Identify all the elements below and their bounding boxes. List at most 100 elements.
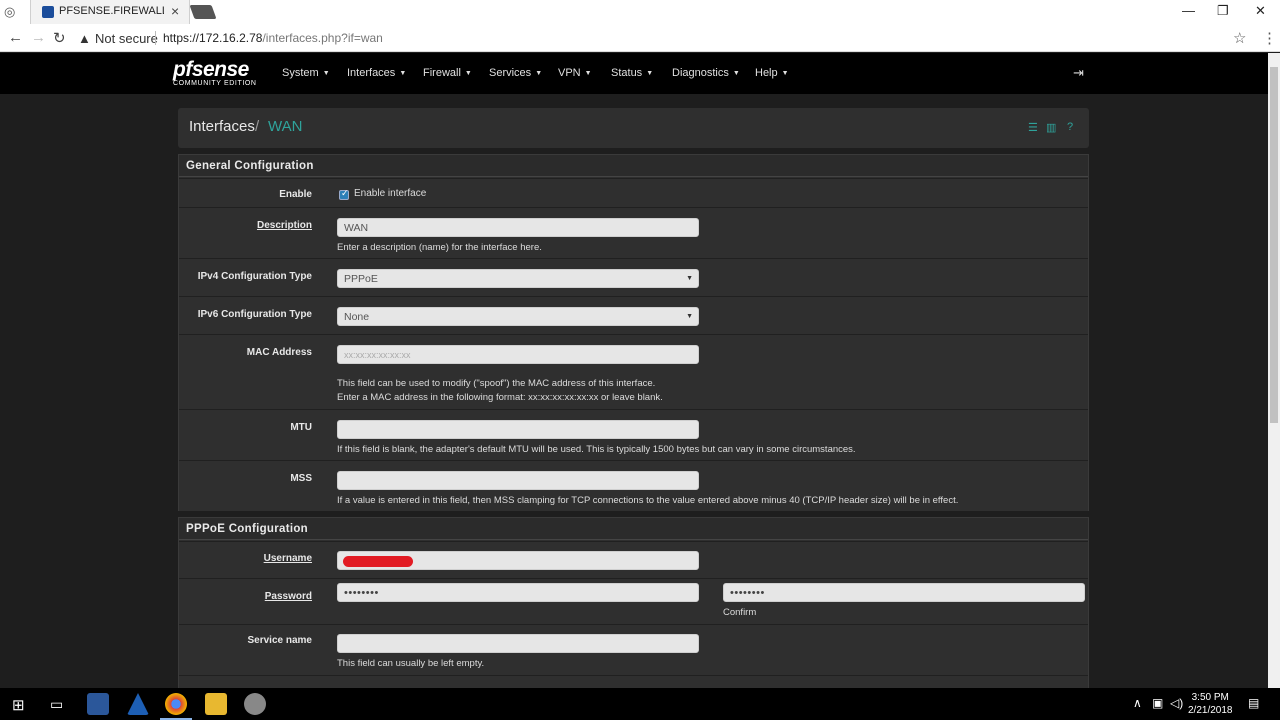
maximize-button[interactable]: ❐ (1217, 3, 1229, 19)
bar-chart-icon[interactable]: ▥ (1046, 121, 1056, 134)
tray-chevron-icon[interactable]: ∧ (1133, 696, 1142, 710)
description-input[interactable]: WAN (337, 218, 699, 237)
clock-time: 3:50 PM (1191, 692, 1229, 703)
breadcrumb-leaf: WAN (268, 118, 303, 135)
password-label[interactable]: Password (265, 591, 312, 602)
description-help: Enter a description (name) for the inter… (337, 242, 542, 253)
app-icon[interactable] (244, 693, 266, 715)
back-icon[interactable]: ← (8, 29, 23, 46)
caret-down-icon: ▼ (732, 70, 740, 77)
mac-label: MAC Address (246, 347, 312, 358)
task-view-icon[interactable]: ▭ (50, 696, 63, 713)
pppoe-configuration-panel: PPPoE Configuration Username Password ••… (178, 517, 1089, 688)
description-label[interactable]: Description (257, 220, 312, 231)
browser-tab[interactable]: PFSENSE.FIREWALL.COM × (30, 0, 190, 24)
mss-input[interactable] (337, 471, 699, 490)
notifications-icon[interactable]: ▤ (1248, 696, 1259, 710)
mss-row: MSS If a value is entered in this field,… (179, 460, 1088, 511)
next-row-partial (179, 675, 1088, 688)
caret-down-icon: ▼ (322, 70, 330, 77)
clock-date: 2/21/2018 (1188, 705, 1233, 716)
nav-vpn-label: VPN (558, 67, 581, 79)
caret-down-icon: ▼ (584, 70, 592, 77)
browser-titlebar: ◎ PFSENSE.FIREWALL.COM × — ❐ ✕ (0, 0, 1280, 24)
mac-input[interactable]: xx:xx:xx:xx:xx:xx (337, 345, 699, 364)
chrome-app-icon[interactable] (165, 693, 187, 715)
windows-start-icon[interactable]: ⊞ (12, 696, 25, 714)
warning-icon[interactable]: ▲ (78, 31, 91, 46)
url-field[interactable]: https://172.16.2.78/interfaces.php?if=wa… (163, 31, 383, 45)
username-row: Username (179, 541, 1088, 578)
ipv6-select[interactable]: None (337, 307, 699, 326)
mac-help-line-1: This field can be used to modify ("spoof… (337, 378, 656, 389)
nav-help[interactable]: Help ▼ (755, 67, 789, 79)
bookmark-star-icon[interactable]: ☆ (1233, 29, 1246, 47)
caret-down-icon: ▼ (646, 70, 654, 77)
service-name-label: Service name (247, 635, 313, 646)
taskbar-clock[interactable]: 3:50 PM 2/21/2018 (1188, 691, 1233, 717)
nav-system-label: System (282, 67, 319, 79)
forward-icon[interactable]: → (31, 29, 46, 46)
incognito-icon: ◎ (4, 4, 16, 19)
browser-menu-icon[interactable]: ⋮ (1262, 29, 1277, 47)
username-input[interactable] (337, 551, 699, 570)
nav-vpn[interactable]: VPN ▼ (558, 67, 592, 79)
security-label[interactable]: Not secure (95, 31, 158, 46)
scrollbar-thumb[interactable] (1270, 67, 1278, 423)
reload-icon[interactable]: ↻ (53, 29, 66, 47)
general-configuration-panel: General Configuration Enable Enable inte… (178, 154, 1089, 511)
service-name-help: This field can usually be left empty. (337, 658, 485, 669)
nav-status-label: Status (611, 67, 643, 79)
page-scrollbar[interactable] (1268, 53, 1280, 688)
mtu-input[interactable] (337, 420, 699, 439)
new-tab-button[interactable] (189, 5, 217, 19)
enable-checkbox[interactable] (339, 188, 349, 200)
word-app-icon[interactable] (87, 693, 109, 715)
file-explorer-icon[interactable] (205, 693, 227, 715)
service-name-input[interactable] (337, 634, 699, 653)
nav-services[interactable]: Services ▼ (489, 67, 542, 79)
username-label[interactable]: Username (264, 553, 312, 564)
nav-interfaces[interactable]: Interfaces ▼ (347, 67, 406, 79)
mac-help-line-2: Enter a MAC address in the following for… (337, 392, 663, 403)
pfsense-logo[interactable]: pfsense COMMUNITY EDITION (173, 58, 257, 87)
breadcrumb-separator: / (255, 118, 260, 135)
windows-taskbar: ⊞ ▭ ∧ ▣ ◁) 3:50 PM 2/21/2018 ▤ (0, 688, 1280, 720)
ipv4-row: IPv4 Configuration Type PPPoE (179, 258, 1088, 296)
password-input[interactable]: •••••••• (337, 583, 699, 602)
mss-label: MSS (290, 473, 312, 484)
logo-edition: COMMUNITY EDITION (173, 80, 257, 87)
tab-close-icon[interactable]: × (171, 3, 179, 19)
breadcrumb: Interfaces / WAN ☰ ▥ ? (178, 108, 1089, 148)
tab-title: PFSENSE.FIREWALL.COM (59, 5, 164, 17)
nav-system[interactable]: System ▼ (282, 67, 330, 79)
nav-firewall-label: Firewall (423, 67, 461, 79)
network-icon[interactable]: ▣ (1152, 696, 1163, 710)
nav-firewall[interactable]: Firewall ▼ (423, 67, 472, 79)
ipv4-select[interactable]: PPPoE (337, 269, 699, 288)
url-path: /interfaces.php?if=wan (262, 31, 383, 45)
redaction-mark (343, 556, 413, 567)
ipv6-row: IPv6 Configuration Type None (179, 296, 1088, 334)
volume-icon[interactable]: ◁) (1170, 696, 1183, 710)
ipv4-label: IPv4 Configuration Type (197, 271, 312, 282)
nav-status[interactable]: Status ▼ (611, 67, 653, 79)
logout-icon[interactable]: ⇥ (1073, 65, 1084, 81)
password-confirm-input[interactable]: •••••••• (723, 583, 1085, 602)
password-row: Password •••••••• •••••••• Confirm (179, 578, 1088, 624)
caret-down-icon: ▼ (399, 70, 407, 77)
nav-diagnostics[interactable]: Diagnostics ▼ (672, 67, 740, 79)
mtu-help: If this field is blank, the adapter's de… (337, 444, 856, 455)
azure-app-icon[interactable] (127, 693, 149, 715)
confirm-label: Confirm (723, 607, 757, 618)
mss-help: If a value is entered in this field, the… (337, 495, 959, 506)
close-window-button[interactable]: ✕ (1255, 3, 1266, 19)
address-bar: ← → ↻ ▲ Not secure https://172.16.2.78/i… (0, 24, 1280, 52)
minimize-button[interactable]: — (1182, 3, 1195, 18)
page-content: Interfaces / WAN ☰ ▥ ? General Configura… (0, 94, 1268, 688)
url-scheme: https:// (163, 31, 200, 45)
breadcrumb-root[interactable]: Interfaces (189, 118, 255, 135)
settings-sliders-icon[interactable]: ☰ (1028, 121, 1038, 134)
help-circle-icon[interactable]: ? (1067, 121, 1073, 133)
mac-row: MAC Address xx:xx:xx:xx:xx:xx This field… (179, 334, 1088, 409)
